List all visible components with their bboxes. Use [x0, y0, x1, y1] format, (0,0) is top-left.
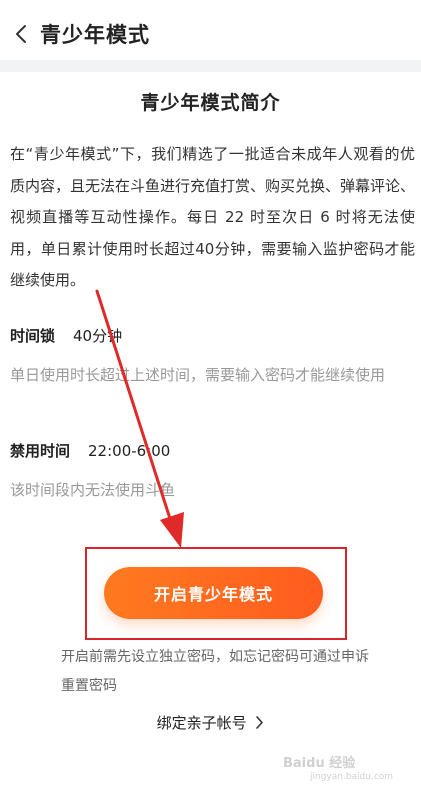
bind-parent-account-label: 绑定亲子帐号 — [156, 714, 247, 732]
time-lock-description: 单日使用时长超过上述时间，需要输入密码才能继续使用 — [10, 366, 386, 384]
page-title: 青少年模式 — [40, 23, 150, 47]
disabled-time-value: 22:00-6:00 — [88, 441, 171, 460]
status-bar — [0, 0, 421, 8]
disabled-time-description: 该时间段内无法使用斗鱼 — [10, 481, 176, 499]
time-lock-label: 时间锁 — [10, 327, 56, 345]
enable-teen-mode-button[interactable]: 开启青少年模式 — [104, 567, 323, 619]
bind-parent-account-link[interactable]: 绑定亲子帐号 — [0, 712, 421, 733]
watermark-url: jingyan.baidu.com — [310, 772, 394, 782]
disabled-time-label: 禁用时间 — [10, 442, 71, 460]
top-nav-bar: 青少年模式 — [0, 8, 421, 60]
time-lock-row: 时间锁 40分钟 — [10, 325, 122, 346]
chevron-left-icon — [16, 25, 26, 43]
password-notice: 开启前需先设立独立密码，如忘记密码可通过申诉重置密码 — [61, 649, 369, 694]
intro-description: 在“青少年模式”下，我们精选了一批适合未成年人观看的优质内容，且无法在斗鱼进行充… — [10, 145, 416, 289]
disabled-time-row: 禁用时间 22:00-6:00 — [10, 440, 170, 461]
intro-title: 青少年模式简介 — [140, 92, 281, 114]
chevron-right-icon — [256, 716, 264, 729]
section-divider — [0, 60, 421, 72]
time-lock-value: 40分钟 — [73, 327, 123, 345]
watermark-logo: Baidu 经验 — [283, 756, 356, 771]
back-button[interactable] — [6, 14, 36, 54]
